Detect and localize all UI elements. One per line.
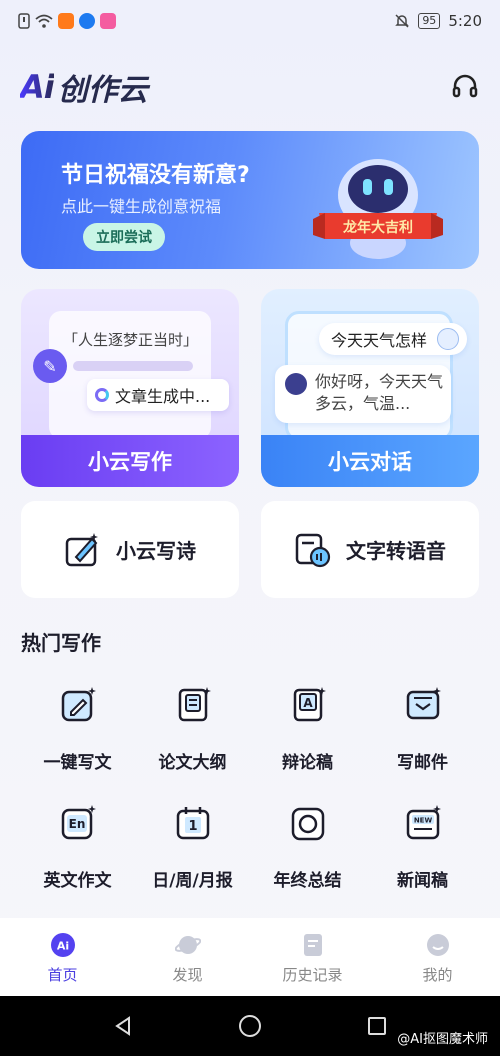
hot-item-press-release[interactable]: NEW 新闻稿	[365, 804, 480, 900]
xiaoyun-poem-card[interactable]: 小云写诗	[21, 501, 239, 598]
wifi-icon	[35, 14, 53, 28]
circle-icon	[291, 807, 324, 841]
home-circle-icon[interactable]	[238, 1014, 262, 1038]
hot-item-write-email[interactable]: 写邮件	[365, 686, 480, 782]
text-to-speech-card[interactable]: 文字转语音	[261, 501, 479, 598]
hot-writing-title: 热门写作	[21, 631, 101, 655]
generating-status: 文章生成中...	[87, 379, 229, 411]
hot-item-label: 新闻稿	[397, 871, 448, 891]
app-grid-icon	[100, 13, 116, 29]
hot-item-one-click-article[interactable]: 一键写文	[20, 686, 135, 782]
mail-icon	[406, 687, 441, 720]
mute-bell-icon	[395, 14, 410, 28]
text-to-speech-icon	[295, 533, 331, 567]
watermark: @AI抠图魔术师	[397, 1032, 488, 1047]
poem-pen-icon	[65, 532, 98, 566]
battery-indicator: 95	[418, 13, 441, 29]
clock: 5:20	[448, 12, 482, 30]
hot-item-thesis-outline[interactable]: 论文大纲	[135, 686, 250, 782]
nav-profile[interactable]: 我的	[375, 918, 500, 996]
question-text: 今天天气怎样	[331, 331, 428, 350]
nav-label: 历史记录	[282, 966, 343, 984]
bot-avatar-icon	[285, 373, 307, 395]
hot-item-label: 日/周/月报	[152, 871, 233, 891]
hot-item-label: 辩论稿	[282, 753, 333, 773]
answer-line-1: 你好呀，今天天气	[315, 372, 444, 391]
news-icon: NEW	[406, 805, 441, 840]
document-a-icon: A	[293, 687, 326, 722]
nav-label: 发现	[172, 966, 203, 984]
pencil-icon: ✎	[33, 349, 67, 383]
svg-text:Ai: Ai	[56, 940, 68, 953]
planet-icon	[174, 936, 201, 954]
nav-label: 首页	[47, 966, 78, 984]
try-now-button[interactable]: 立即尝试	[83, 223, 165, 251]
hot-item-reports[interactable]: 1 日/周/月报	[135, 804, 250, 900]
logo-ai-text: Ai	[20, 68, 55, 106]
status-bar: 95 5:20	[0, 0, 500, 42]
bottom-navigation: Ai 首页 发现 历史记录 我的	[0, 918, 500, 996]
book-icon	[178, 687, 211, 722]
app-header: Ai 创作云	[20, 62, 480, 112]
hot-item-label: 论文大纲	[158, 753, 227, 773]
home-ai-icon: Ai	[50, 933, 75, 957]
sim-icon	[18, 13, 30, 29]
banner-subtitle: 点此一键生成创意祝福	[61, 197, 222, 216]
robot-mascot-icon: 龙年大吉利	[313, 159, 443, 259]
nav-home[interactable]: Ai 首页	[0, 918, 125, 996]
tts-card-label: 文字转语音	[346, 539, 446, 563]
app-notification-icon	[79, 13, 95, 29]
hot-item-english-essay[interactable]: En 英文作文	[20, 804, 135, 900]
svg-text:1: 1	[188, 819, 197, 834]
chat-card-label: 小云对话	[261, 435, 479, 487]
hot-item-debate-script[interactable]: A 辩论稿	[250, 686, 365, 782]
writing-card-label: 小云写作	[21, 435, 239, 487]
edit-icon	[61, 687, 96, 722]
history-icon	[303, 934, 322, 956]
app-logo: Ai 创作云	[20, 65, 148, 109]
promo-banner[interactable]: 节日祝福没有新意? 点此一键生成创意祝福 立即尝试 龙年大吉利	[21, 131, 479, 269]
generating-text: 文章生成中...	[115, 387, 211, 406]
hot-item-year-end-summary[interactable]: 年终总结	[250, 804, 365, 900]
loading-ring-icon	[95, 388, 109, 402]
hot-item-label: 一键写文	[43, 753, 112, 773]
nav-history[interactable]: 历史记录	[250, 918, 375, 996]
question-bubble: 今天天气怎样	[319, 323, 468, 355]
answer-line-2: 多云，气温...	[315, 394, 411, 413]
hot-item-label: 年终总结	[273, 871, 342, 891]
calendar-icon: 1	[176, 807, 209, 840]
text-line	[73, 361, 193, 371]
status-icons-right: 95 5:20	[394, 12, 482, 30]
xiaoyun-writing-card[interactable]: 「人生逐梦正当时」 ✎ 文章生成中... 小云写作	[21, 289, 239, 487]
back-icon[interactable]	[112, 1015, 134, 1037]
profile-icon	[426, 934, 449, 956]
headset-icon[interactable]	[450, 72, 480, 102]
video-app-icon	[58, 13, 74, 29]
nav-label: 我的	[422, 966, 453, 984]
svg-text:En: En	[68, 817, 85, 831]
svg-text:A: A	[303, 696, 313, 710]
hot-item-label: 英文作文	[43, 871, 112, 891]
banner-ribbon-text: 龙年大吉利	[342, 219, 413, 236]
en-icon: En	[61, 805, 96, 840]
logo-brand-text: 创作云	[57, 73, 148, 108]
writing-quote: 「人生逐梦正当时」	[63, 331, 199, 349]
xiaoyun-chat-card[interactable]: 今天天气怎样 你好呀，今天天气 多云，气温... 小云对话	[261, 289, 479, 487]
user-avatar-icon	[437, 328, 460, 350]
banner-title: 节日祝福没有新意?	[61, 163, 250, 188]
poem-card-label: 小云写诗	[116, 539, 196, 563]
hot-item-label: 写邮件	[397, 753, 448, 773]
answer-bubble: 你好呀，今天天气 多云，气温...	[275, 365, 451, 423]
svg-text:NEW: NEW	[413, 817, 432, 825]
nav-discover[interactable]: 发现	[125, 918, 250, 996]
status-icons-left	[18, 13, 116, 29]
system-navigation-bar	[0, 996, 500, 1056]
recents-icon[interactable]	[366, 1015, 388, 1037]
